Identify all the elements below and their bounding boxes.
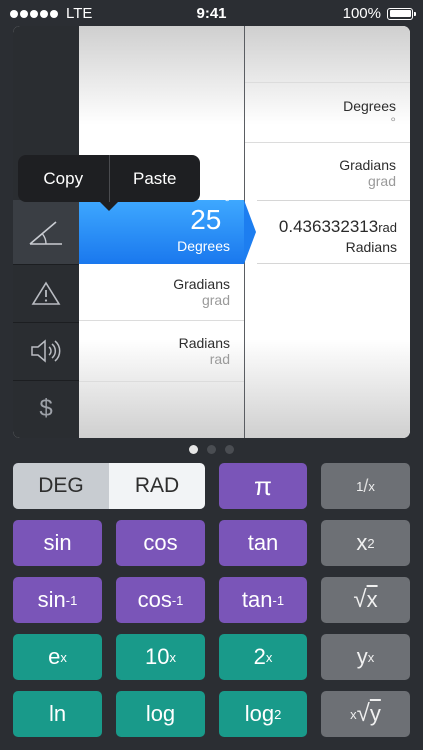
pi-button[interactable]: π [219, 463, 307, 509]
battery-percent: 100% [342, 5, 381, 22]
cos-button[interactable]: cos [116, 520, 205, 566]
two-power-button[interactable]: 2x [219, 634, 307, 680]
log2-button[interactable]: log 2 [219, 691, 307, 737]
dollar-icon: $ [39, 395, 53, 422]
y-power-button[interactable]: yx [321, 634, 410, 680]
arctan-button[interactable]: tan -1 [219, 577, 307, 623]
tan-button[interactable]: tan [219, 520, 307, 566]
result-value: 0.436332313 [278, 217, 379, 236]
list-item[interactable]: Gradians grad [245, 157, 410, 189]
sqrt-button[interactable]: √ x [321, 577, 410, 623]
sin-button[interactable]: sin [13, 520, 102, 566]
arcsin-button[interactable]: sin -1 [13, 577, 102, 623]
angle-icon [29, 221, 62, 245]
log-button[interactable]: log [116, 691, 205, 737]
speaker-icon [31, 339, 61, 363]
warning-icon [31, 281, 61, 305]
status-bar: LTE 9:41 100% [0, 0, 423, 26]
sidebar-item-angle[interactable] [13, 200, 79, 264]
deg-button[interactable]: DEG [13, 463, 109, 509]
page-dot[interactable] [225, 445, 234, 454]
sidebar-item-warning[interactable] [13, 264, 79, 322]
sidebar-item-sound[interactable] [13, 322, 79, 380]
converter-panel: $ Gradians grad Radians rad Degrees ° Gr… [13, 26, 410, 438]
battery-icon [387, 7, 416, 20]
category-sidebar: $ [13, 26, 79, 438]
list-item[interactable]: Gradians grad [79, 276, 244, 308]
list-item[interactable]: Degrees ° [245, 98, 410, 130]
copy-button[interactable]: Copy [18, 155, 109, 202]
list-item[interactable]: Radians rad [79, 335, 244, 367]
nth-root-button[interactable]: x √ y [321, 691, 410, 737]
page-indicator[interactable] [0, 445, 423, 454]
square-button[interactable]: x2 [321, 520, 410, 566]
arccos-button[interactable]: cos -1 [116, 577, 205, 623]
angle-mode-toggle[interactable]: DEG RAD [13, 463, 205, 509]
ten-power-button[interactable]: 10 x [116, 634, 205, 680]
exp-button[interactable]: ex [13, 634, 102, 680]
selected-unit-label: Degrees [177, 238, 230, 254]
page-dot[interactable] [207, 445, 216, 454]
input-value[interactable]: 25 [190, 204, 221, 235]
selected-to-unit[interactable]: 0.436332313rad Radians [257, 200, 410, 264]
ln-button[interactable]: ln [13, 691, 102, 737]
copy-paste-popover: Copy Paste [18, 155, 201, 211]
result-unit-label: Radians [345, 239, 397, 255]
page-dot[interactable] [189, 445, 198, 454]
reciprocal-button[interactable]: 1/x [321, 463, 410, 509]
sidebar-item-currency[interactable]: $ [13, 380, 79, 438]
rad-button[interactable]: RAD [109, 463, 205, 509]
paste-button[interactable]: Paste [110, 155, 201, 202]
